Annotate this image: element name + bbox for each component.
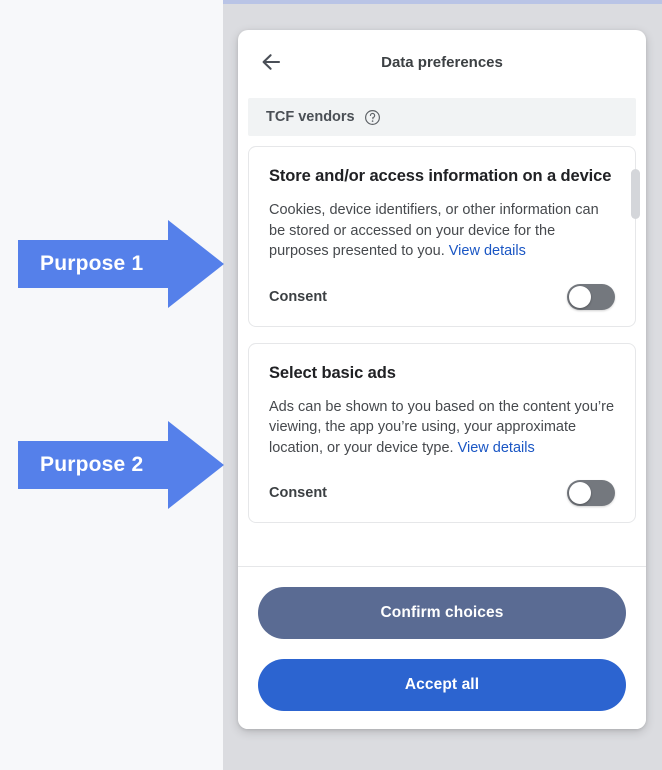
back-button[interactable] <box>254 45 288 79</box>
purpose-title: Select basic ads <box>269 363 396 382</box>
toggle-knob <box>569 285 591 308</box>
consent-row: Consent <box>269 480 615 507</box>
section-title: TCF vendors <box>266 109 355 125</box>
confirm-choices-button[interactable]: Confirm choices <box>258 587 626 639</box>
consent-label: Consent <box>269 485 327 502</box>
top-accent-strip <box>223 0 662 4</box>
scrollbar-thumb[interactable] <box>631 169 640 219</box>
purpose-card-select-basic-ads: Select basic ads Ads can be shown to you… <box>248 342 636 524</box>
dialog-title: Data preferences <box>381 53 503 71</box>
consent-row: Consent <box>269 283 615 310</box>
consent-toggle[interactable] <box>567 480 615 507</box>
scrollbar-track[interactable] <box>631 136 643 560</box>
purpose-description: Ads can be shown to you based on the con… <box>269 397 615 459</box>
annotation-arrow-purpose-2: Purpose 2 <box>18 415 224 515</box>
question-mark-circle-icon[interactable] <box>364 109 381 126</box>
consent-label: Consent <box>269 288 327 305</box>
page-canvas: Purpose 1 Purpose 2 Data preferences TCF… <box>0 0 662 770</box>
data-preferences-dialog: Data preferences TCF vendors Store and/o… <box>238 30 646 729</box>
toggle-knob <box>569 482 591 505</box>
purpose-description-text: Cookies, device identifiers, or other in… <box>269 201 599 260</box>
purpose-card-store-access: Store and/or access information on a dev… <box>248 146 636 327</box>
purposes-scroll-area[interactable]: Store and/or access information on a dev… <box>238 136 646 560</box>
purpose-title: Store and/or access information on a dev… <box>269 167 612 185</box>
arrow-left-icon <box>262 54 281 70</box>
accept-all-button[interactable]: Accept all <box>258 659 626 711</box>
view-details-link[interactable]: View details <box>449 243 526 259</box>
dialog-header: Data preferences <box>238 30 646 94</box>
annotation-arrow-purpose-1: Purpose 1 <box>18 214 224 314</box>
question-mark-circle-glyph <box>364 109 380 125</box>
arrow-right-shape-icon <box>18 220 224 308</box>
section-header-tcf-vendors: TCF vendors <box>248 98 636 136</box>
purpose-description-text: Ads can be shown to you based on the con… <box>269 398 615 456</box>
dialog-footer: Confirm choices Accept all <box>238 566 646 729</box>
purpose-description: Cookies, device identifiers, or other in… <box>269 200 615 262</box>
arrow-right-shape-icon <box>18 421 224 509</box>
view-details-link[interactable]: View details <box>458 440 535 456</box>
consent-toggle[interactable] <box>567 283 615 310</box>
